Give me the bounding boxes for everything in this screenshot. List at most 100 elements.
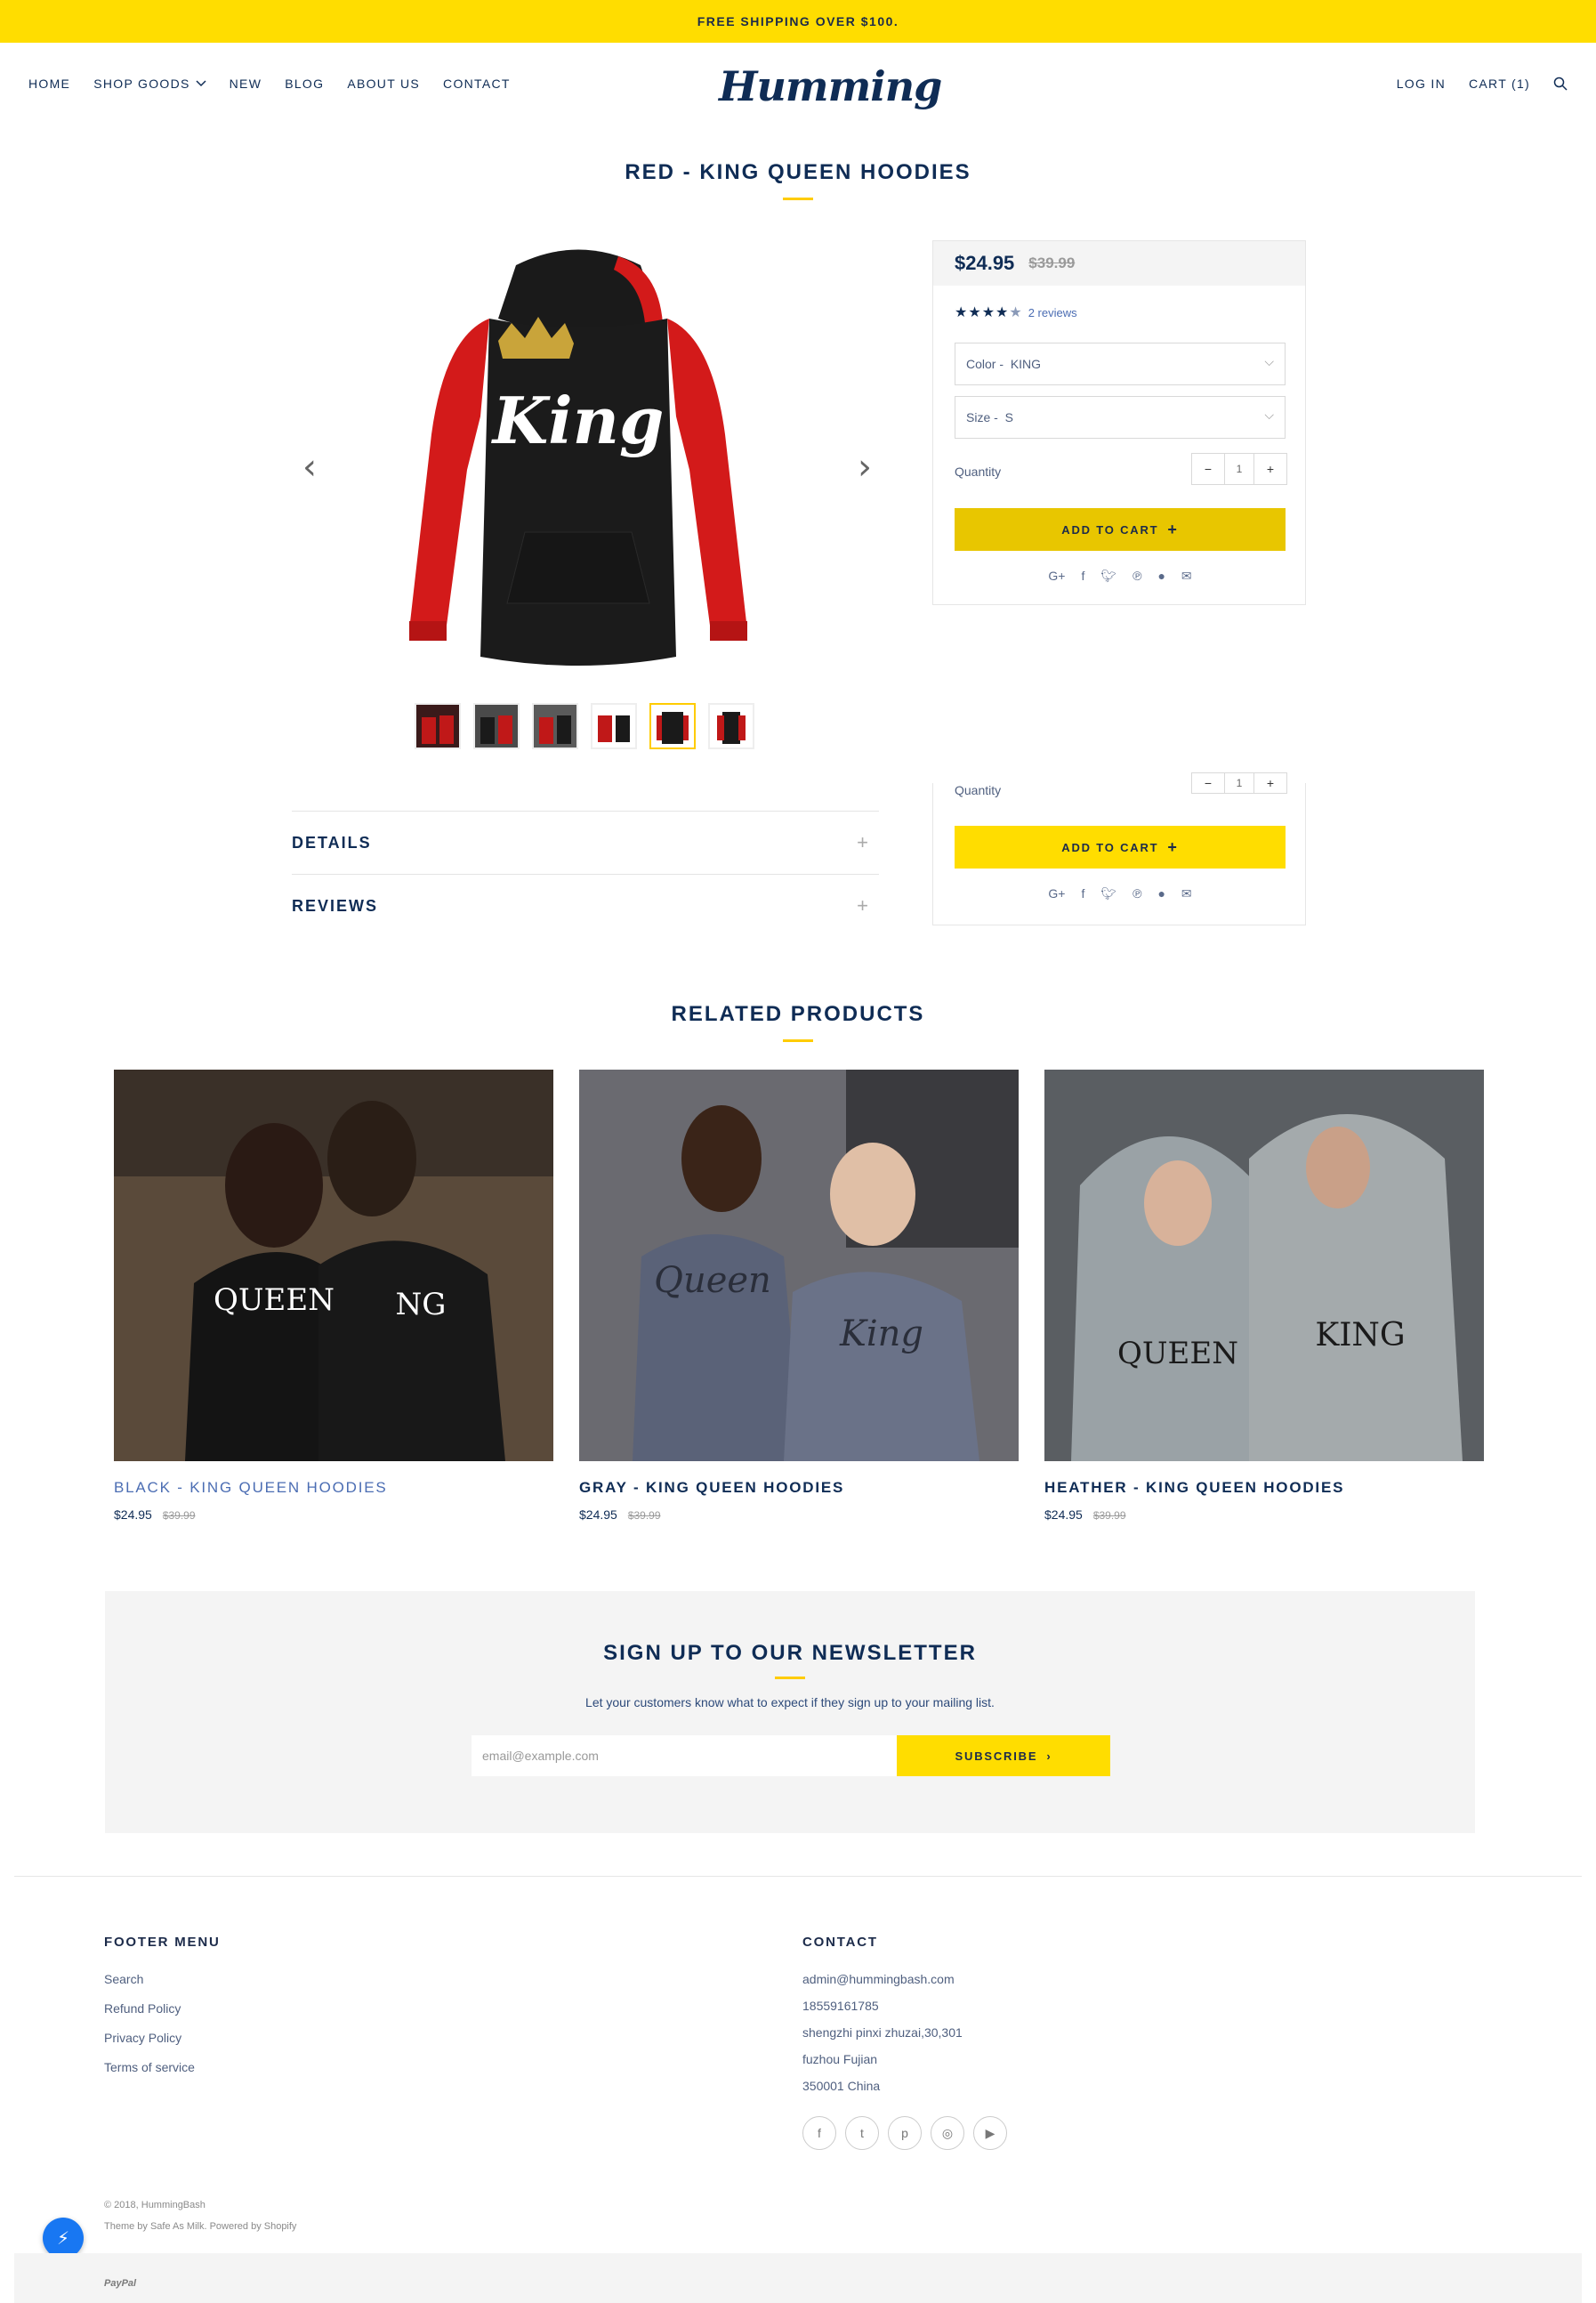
svg-text:NG: NG bbox=[396, 1287, 447, 1322]
related-product-title[interactable]: HEATHER - KING QUEEN HOODIES bbox=[1044, 1479, 1484, 1497]
details-label: DETAILS bbox=[292, 833, 372, 852]
thumbnail-6[interactable] bbox=[708, 703, 754, 749]
newsletter-section: SIGN UP TO OUR NEWSLETTER Let your custo… bbox=[105, 1591, 1475, 1833]
pinterest-icon[interactable]: p bbox=[888, 2116, 922, 2150]
site-header: HOME SHOP GOODS NEW BLOG ABOUT US CONTAC… bbox=[0, 43, 1596, 132]
color-select-label: Color bbox=[966, 357, 996, 371]
quantity-increase-button[interactable]: + bbox=[1254, 773, 1286, 793]
nav-new[interactable]: NEW bbox=[230, 77, 262, 91]
facebook-icon[interactable]: f bbox=[802, 2116, 836, 2150]
add-to-cart-button[interactable]: ADD TO CART + bbox=[955, 508, 1286, 551]
search-icon[interactable] bbox=[1553, 77, 1568, 91]
twitter-icon[interactable]: 🐦︎ bbox=[1100, 569, 1116, 584]
thumbnail-1[interactable] bbox=[415, 703, 461, 749]
chevron-down-icon: ⌵ bbox=[1264, 408, 1274, 422]
prev-image-arrow[interactable]: ‹ bbox=[299, 449, 320, 485]
chevron-right-icon: › bbox=[1046, 1749, 1052, 1763]
contact-email: admin@hummingbash.com bbox=[802, 1972, 955, 1986]
product-title: RED - KING QUEEN HOODIES bbox=[625, 160, 971, 184]
footer-contact-title: CONTACT bbox=[802, 1935, 878, 1950]
instagram-icon[interactable]: ◎ bbox=[931, 2116, 964, 2150]
thumbnail-3[interactable] bbox=[532, 703, 578, 749]
pinterest-icon[interactable]: ℗ bbox=[1133, 886, 1141, 901]
subscribe-button[interactable]: SUBSCRIBE › bbox=[897, 1735, 1110, 1776]
svg-text:Queen: Queen bbox=[654, 1260, 771, 1301]
email-icon[interactable]: ✉ bbox=[1181, 569, 1192, 584]
newsletter-email-input[interactable] bbox=[472, 1735, 897, 1776]
related-product-prices: $24.95 $39.99 bbox=[1044, 1507, 1484, 1522]
google-plus-icon[interactable]: G+ bbox=[1048, 569, 1065, 584]
product-main-image[interactable]: King bbox=[391, 238, 765, 675]
quantity-stepper: − 1 + bbox=[1191, 772, 1287, 794]
site-logo[interactable]: Humming bbox=[719, 62, 942, 110]
star-rating-icons: ★★★★★ bbox=[955, 305, 1023, 320]
footer-link-privacy-policy[interactable]: Privacy Policy bbox=[104, 2031, 181, 2045]
reviews-label: REVIEWS bbox=[292, 896, 379, 915]
nav-home[interactable]: HOME bbox=[28, 77, 70, 91]
quantity-input[interactable]: 1 bbox=[1224, 773, 1254, 793]
related-product-prices: $24.95 $39.99 bbox=[579, 1507, 1019, 1522]
facebook-icon[interactable]: f bbox=[1081, 886, 1084, 901]
quantity-decrease-button[interactable]: − bbox=[1192, 454, 1224, 484]
pinterest-icon[interactable]: ℗ bbox=[1133, 569, 1141, 584]
color-select[interactable]: Color - KING ⌵ bbox=[955, 343, 1286, 385]
announcement-text: FREE SHIPPING OVER $100. bbox=[697, 14, 899, 28]
contact-address-line-2: fuzhou Fujian bbox=[802, 2052, 878, 2066]
add-to-cart-label: ADD TO CART bbox=[1061, 840, 1159, 854]
thumbnail-5-active[interactable] bbox=[649, 703, 696, 749]
plus-icon: + bbox=[1167, 837, 1179, 856]
nav-contact[interactable]: CONTACT bbox=[443, 77, 511, 91]
nav-blog[interactable]: BLOG bbox=[285, 77, 324, 91]
related-product-price: $24.95 bbox=[1044, 1507, 1083, 1522]
quantity-input[interactable]: 1 bbox=[1224, 454, 1254, 484]
fancy-icon[interactable]: ● bbox=[1157, 569, 1165, 584]
footer-link-search[interactable]: Search bbox=[104, 1972, 143, 1986]
nav-about-us[interactable]: ABOUT US bbox=[347, 77, 420, 91]
nav-shop-goods[interactable]: SHOP GOODS bbox=[93, 77, 206, 91]
login-link[interactable]: LOG IN bbox=[1397, 77, 1446, 91]
fancy-icon[interactable]: ● bbox=[1157, 886, 1165, 901]
facebook-icon[interactable]: f bbox=[1081, 569, 1084, 584]
related-product-image[interactable]: Queen King bbox=[579, 1070, 1019, 1461]
compare-price: $39.99 bbox=[1028, 255, 1076, 271]
thumbnail-4[interactable] bbox=[591, 703, 637, 749]
footer-link-refund-policy[interactable]: Refund Policy bbox=[104, 2001, 181, 2016]
related-product-compare-price: $39.99 bbox=[162, 1509, 196, 1522]
size-select[interactable]: Size - S ⌵ bbox=[955, 396, 1286, 439]
svg-text:QUEEN: QUEEN bbox=[1117, 1336, 1238, 1371]
related-accent-line bbox=[783, 1039, 813, 1042]
subscribe-label: SUBSCRIBE bbox=[955, 1749, 1038, 1763]
payment-bar: PayPal bbox=[14, 2253, 1582, 2303]
thumbnail-2[interactable] bbox=[473, 703, 520, 749]
reviews-link[interactable]: 2 reviews bbox=[1028, 306, 1077, 319]
quantity-label: Quantity bbox=[955, 783, 1002, 797]
related-product-compare-price: $39.99 bbox=[627, 1509, 661, 1522]
next-image-arrow[interactable]: › bbox=[854, 449, 875, 485]
related-product-card-black: QUEEN NG BLACK - KING QUEEN HOODIES $24.… bbox=[114, 1070, 553, 1522]
chevron-down-icon: ⌵ bbox=[1264, 354, 1274, 368]
footer-link-terms[interactable]: Terms of service bbox=[104, 2060, 195, 2074]
email-icon[interactable]: ✉ bbox=[1181, 886, 1192, 901]
related-product-image[interactable]: QUEEN KING bbox=[1044, 1070, 1484, 1461]
accordion-reviews[interactable]: REVIEWS + bbox=[292, 875, 879, 937]
footer-menu-title: FOOTER MENU bbox=[104, 1935, 221, 1950]
related-product-title[interactable]: BLACK - KING QUEEN HOODIES bbox=[114, 1479, 553, 1497]
quantity-decrease-button[interactable]: − bbox=[1192, 773, 1224, 793]
add-to-cart-button[interactable]: ADD TO CART + bbox=[955, 826, 1286, 869]
quantity-increase-button[interactable]: + bbox=[1254, 454, 1286, 484]
accordion-details[interactable]: DETAILS + bbox=[292, 812, 879, 874]
related-product-prices: $24.95 $39.99 bbox=[114, 1507, 553, 1522]
cart-link[interactable]: CART (1) bbox=[1469, 77, 1530, 91]
google-plus-icon[interactable]: G+ bbox=[1048, 886, 1065, 901]
twitter-icon[interactable]: 🐦︎ bbox=[1100, 886, 1116, 901]
sticky-buy-box: Quantity − 1 + ADD TO CART + G+ f 🐦︎ ℗ ●… bbox=[932, 772, 1306, 925]
contact-address-line-1: shengzhi pinxi zhuzai,30,301 bbox=[802, 2025, 963, 2040]
related-product-price: $24.95 bbox=[579, 1507, 617, 1522]
related-product-price: $24.95 bbox=[114, 1507, 152, 1522]
related-product-title[interactable]: GRAY - KING QUEEN HOODIES bbox=[579, 1479, 1019, 1497]
related-product-image[interactable]: QUEEN NG bbox=[114, 1070, 553, 1461]
newsletter-subtitle: Let your customers know what to expect i… bbox=[585, 1695, 995, 1709]
youtube-icon[interactable]: ▶ bbox=[973, 2116, 1007, 2150]
newsletter-accent-line bbox=[775, 1677, 805, 1679]
twitter-icon[interactable]: t bbox=[845, 2116, 879, 2150]
